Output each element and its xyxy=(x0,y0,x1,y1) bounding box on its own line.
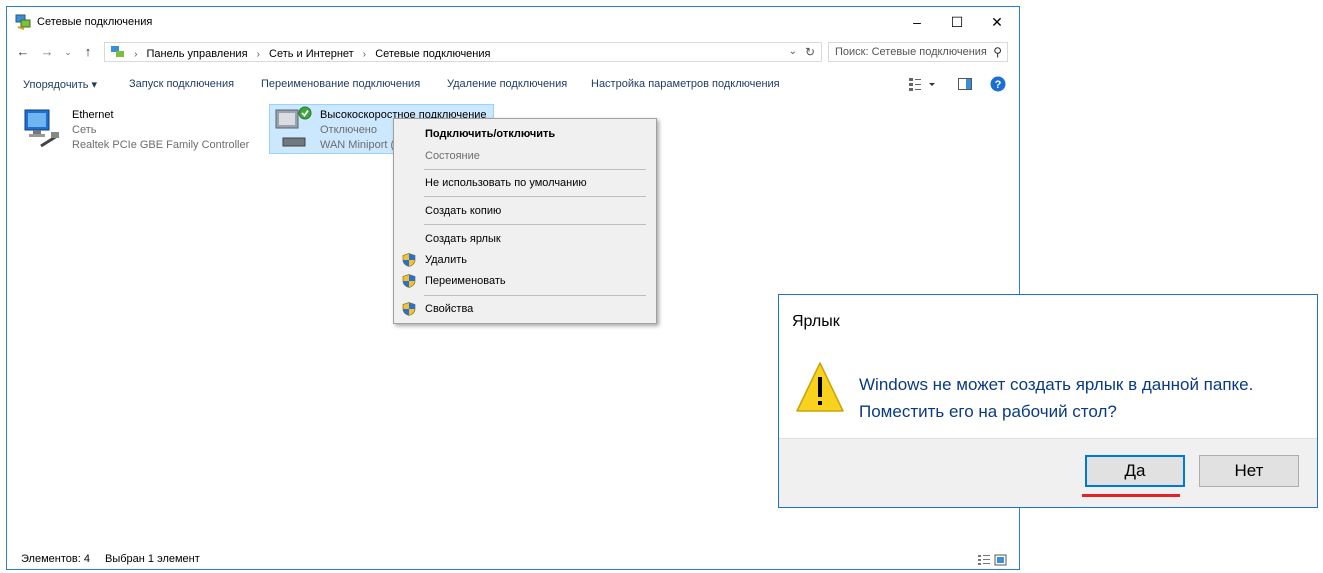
menu-item-delete[interactable]: Удалить xyxy=(394,250,656,270)
menu-item-connect[interactable]: Подключить/отключить xyxy=(394,124,656,144)
up-arrow-icon[interactable]: ↑ xyxy=(80,44,96,60)
menu-item-properties[interactable]: Свойства xyxy=(394,299,656,319)
maximize-button[interactable]: ☐ xyxy=(937,7,977,37)
dialog-message-line2: Поместить его на рабочий стол? xyxy=(859,402,1117,421)
delete-connection-button[interactable]: Удаление подключения xyxy=(447,78,567,90)
ethernet-status: Сеть xyxy=(72,124,97,136)
menu-item-no-default[interactable]: Не использовать по умолчанию xyxy=(394,173,656,193)
high-speed-status: Отключено xyxy=(320,124,377,136)
item-count: Элементов: 4 xyxy=(21,553,90,565)
ethernet-name: Ethernet xyxy=(72,109,114,121)
close-button[interactable]: ✕ xyxy=(977,7,1017,37)
shield-icon xyxy=(402,274,416,288)
chevron-right-icon: › xyxy=(134,49,138,60)
search-placeholder: Поиск: Сетевые подключения xyxy=(835,46,987,58)
menu-item-rename[interactable]: Переименовать xyxy=(394,271,656,291)
dialog-title: Ярлык xyxy=(792,313,840,330)
network-connections-icon xyxy=(15,14,31,30)
dialog-footer: Да Нет xyxy=(779,438,1317,507)
back-arrow-icon[interactable]: ← xyxy=(15,44,31,60)
svg-text:?: ? xyxy=(995,79,1002,91)
details-view-icon[interactable] xyxy=(977,554,1007,566)
status-bar: Элементов: 4 Выбран 1 элемент xyxy=(7,551,1019,569)
minimize-button[interactable]: – xyxy=(897,7,937,37)
ethernet-adapter-icon xyxy=(24,109,59,148)
context-menu: Подключить/отключить Состояние Не исполь… xyxy=(393,118,657,324)
highlight-underline xyxy=(1082,494,1180,497)
breadcrumb-network-internet[interactable]: Сеть и Интернет xyxy=(269,48,354,60)
refresh-icon[interactable]: ↻ xyxy=(805,45,815,59)
dialog-message-line1: Windows не может создать ярлык в данной … xyxy=(859,375,1254,394)
title-bar[interactable]: Сетевые подключения – ☐ ✕ xyxy=(7,7,1019,37)
search-icon: ⚲ xyxy=(993,45,1002,59)
preview-pane-icon[interactable] xyxy=(957,76,973,92)
menu-separator xyxy=(424,224,646,225)
organize-button[interactable]: Упорядочить ▾ xyxy=(23,78,97,91)
start-connection-button[interactable]: Запуск подключения xyxy=(129,78,234,90)
chevron-down-icon[interactable]: ⌄ xyxy=(789,46,797,57)
yes-button[interactable]: Да xyxy=(1085,455,1185,487)
high-speed-device: WAN Miniport ( xyxy=(320,139,395,151)
ethernet-device: Realtek PCIe GBE Family Controller xyxy=(72,139,250,151)
dialup-connection-icon xyxy=(275,106,312,147)
chevron-right-icon: › xyxy=(256,49,260,60)
shield-icon xyxy=(402,253,416,267)
address-row: ← → ⌄ ↑ › Панель управления › Сеть и Инт… xyxy=(7,41,1019,65)
shield-icon xyxy=(402,302,416,316)
help-icon[interactable]: ? xyxy=(990,76,1006,92)
shortcut-dialog: Ярлык Windows не может создать ярлык в д… xyxy=(778,294,1318,508)
selected-count: Выбран 1 элемент xyxy=(105,553,200,565)
menu-item-status: Состояние xyxy=(425,150,480,162)
command-bar: Упорядочить ▾ Запуск подключения Переиме… xyxy=(7,71,1019,99)
menu-item-create-shortcut[interactable]: Создать ярлык xyxy=(394,229,656,249)
address-bar[interactable]: › Панель управления › Сеть и Интернет › … xyxy=(104,42,822,62)
warning-icon xyxy=(796,362,844,412)
menu-item-create-copy[interactable]: Создать копию xyxy=(394,201,656,221)
chevron-right-icon: › xyxy=(362,49,367,60)
menu-separator xyxy=(424,169,646,170)
search-input[interactable]: Поиск: Сетевые подключения ⚲ xyxy=(828,42,1008,62)
menu-separator xyxy=(424,196,646,197)
breadcrumb-control-panel[interactable]: Панель управления xyxy=(146,48,247,60)
breadcrumb-network-connections[interactable]: Сетевые подключения xyxy=(375,48,490,60)
window-title: Сетевые подключения xyxy=(37,16,153,28)
rename-connection-button[interactable]: Переименование подключения xyxy=(261,78,420,90)
menu-separator xyxy=(424,295,646,296)
view-options-icon[interactable] xyxy=(907,76,937,92)
list-item-ethernet[interactable]: Ethernet Сеть Realtek PCIe GBE Family Co… xyxy=(21,106,251,154)
recent-chevron-icon[interactable]: ⌄ xyxy=(60,44,76,60)
control-panel-icon xyxy=(111,46,124,57)
connection-settings-button[interactable]: Настройка параметров подключения xyxy=(591,78,780,90)
forward-arrow-icon[interactable]: → xyxy=(39,44,55,60)
no-button[interactable]: Нет xyxy=(1199,455,1299,487)
dialog-message: Windows не может создать ярлык в данной … xyxy=(859,371,1253,425)
